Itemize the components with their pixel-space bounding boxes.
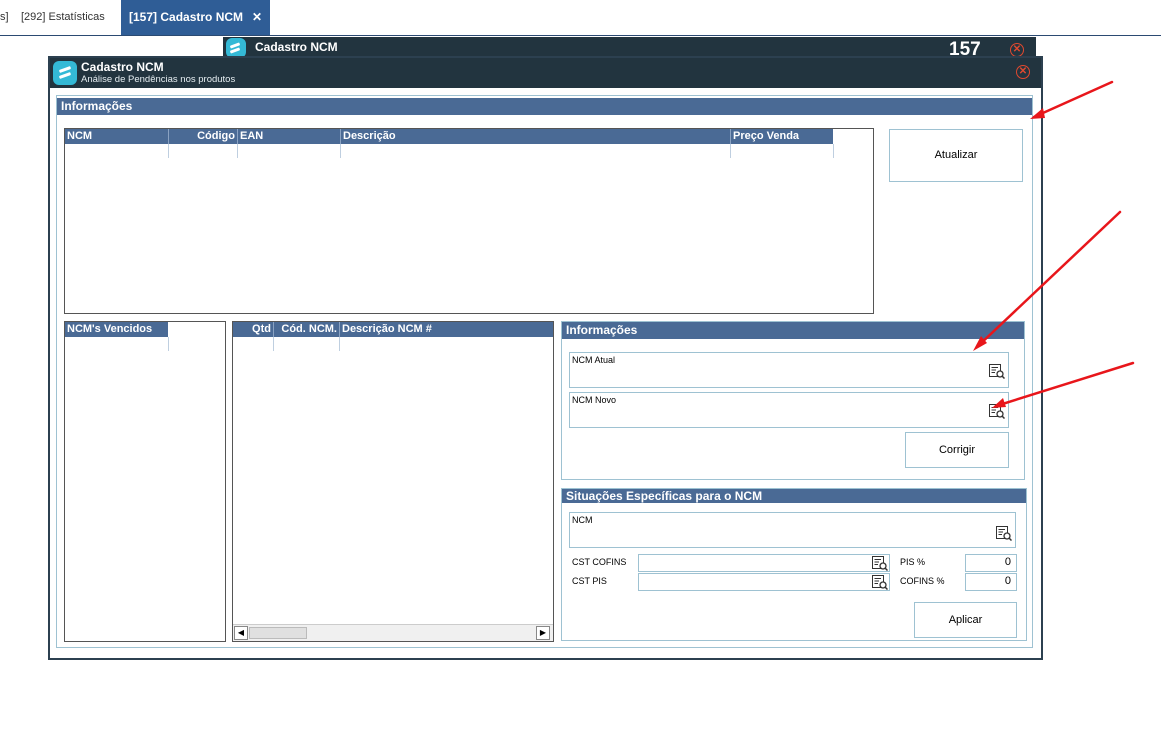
new-ncm-label: NCM Novo [572,395,617,405]
cadastro-ncm-window: Cadastro NCM Análise de Pendências nos p… [48,56,1043,660]
tab-previous[interactable]: s] [0,0,9,35]
scroll-right-icon[interactable]: ▶ [536,626,550,640]
new-ncm-field[interactable]: NCM Novo [569,392,1009,428]
col-descricao-ncm[interactable]: Descrição NCM # [340,322,552,337]
col-codigo[interactable]: Código [169,129,237,144]
search-lookup-icon[interactable] [989,404,1005,419]
horizontal-scrollbar[interactable]: ◀ ▶ [233,624,553,641]
info-section-header: Informações [57,98,1032,115]
specific-panel-header: Situações Específicas para o NCM [562,489,1026,503]
expired-ncm-grid[interactable]: NCM's Vencidos [64,321,226,642]
search-lookup-icon[interactable] [996,526,1012,541]
content-frame: Informações NCM Código EAN Descrição Pre… [56,95,1033,648]
expired-grid-header: NCM's Vencidos [65,322,168,337]
window-titlebar: Cadastro NCM Análise de Pendências nos p… [50,58,1041,88]
close-icon[interactable]: ✕ [252,10,262,24]
specific-ncm-field[interactable]: NCM [569,512,1016,548]
close-icon[interactable]: ✕ [1016,65,1030,79]
tab-bar: s] [292] Estatísticas [157] Cadastro NCM… [0,0,1161,36]
fix-button[interactable]: Corrigir [905,432,1009,468]
cst-pis-field[interactable] [638,573,890,591]
search-lookup-icon[interactable] [989,364,1005,379]
scroll-left-icon[interactable]: ◀ [234,626,248,640]
refresh-button[interactable]: Atualizar [889,129,1023,182]
cofins-label: COFINS % [900,576,945,586]
annotation-arrow-1 [1032,80,1114,119]
products-grid[interactable]: NCM Código EAN Descrição Preço Venda [64,128,874,314]
current-ncm-field[interactable]: NCM Atual [569,352,1009,388]
col-ncm-vencidos[interactable]: NCM's Vencidos [65,322,168,337]
correction-panel-header: Informações [562,322,1024,339]
col-ncm[interactable]: NCM [65,129,168,144]
search-lookup-icon[interactable] [872,556,888,571]
window-title: Cadastro NCM [81,60,164,74]
tab-cadastro-ncm-label: [157] Cadastro NCM [129,10,244,24]
ncm-grid-header: Qtd Cód. NCM. Descrição NCM # [233,322,553,337]
tab-cadastro-ncm[interactable]: [157] Cadastro NCM ✕ [121,0,271,35]
window-subtitle: Análise de Pendências nos produtos [81,74,236,85]
app-logo-icon [226,38,246,58]
products-grid-header: NCM Código EAN Descrição Preço Venda [65,129,833,144]
ncm-list-grid[interactable]: Qtd Cód. NCM. Descrição NCM # ◀ ▶ [232,321,554,642]
tab-estatisticas[interactable]: [292] Estatísticas [21,0,105,35]
close-icon[interactable]: ✕ [1010,43,1024,57]
search-lookup-icon[interactable] [872,575,888,590]
cst-cofins-label: CST COFINS [572,557,627,567]
specific-situations-panel: Situações Específicas para o NCM NCM CST… [561,488,1027,641]
col-cod-ncm[interactable]: Cód. NCM. [274,322,339,337]
col-ean[interactable]: EAN [238,129,340,144]
cst-cofins-field[interactable] [638,554,890,572]
col-descricao[interactable]: Descrição [341,129,730,144]
current-ncm-label: NCM Atual [572,355,616,365]
col-qtd[interactable]: Qtd [233,322,273,337]
app-logo-icon [53,61,77,85]
pis-input[interactable]: 0 [965,554,1017,572]
apply-button[interactable]: Aplicar [914,602,1017,638]
cst-pis-label: CST PIS [572,576,607,586]
pis-label: PIS % [900,557,926,567]
background-window-title: Cadastro NCM [255,40,338,54]
cofins-input[interactable]: 0 [965,573,1017,591]
scroll-thumb[interactable] [249,627,307,639]
col-preco-venda[interactable]: Preço Venda [731,129,833,144]
correction-panel: Informações NCM Atual NCM Novo Corrigir [561,321,1025,480]
specific-ncm-label: NCM [572,515,593,525]
